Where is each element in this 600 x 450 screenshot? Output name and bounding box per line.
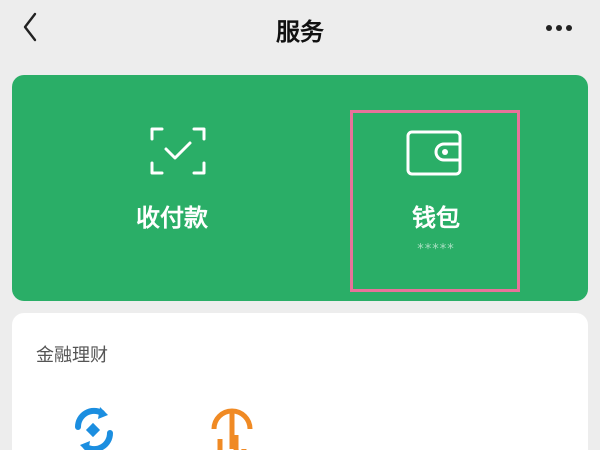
wallet-label: 钱包 — [412, 204, 460, 232]
pay-receive-label: 收付款 — [136, 204, 208, 232]
services-card: 收付款 钱包 ***** — [12, 75, 588, 301]
wealth-icon — [74, 407, 114, 450]
scan-check-icon — [150, 127, 206, 175]
finance-service-button[interactable] — [206, 405, 258, 450]
wealth-service-button[interactable] — [68, 405, 120, 450]
finance-card: 金融理财 — [12, 313, 588, 450]
services-page: 服务 收付款 钱包 ***** 金融理财 — [0, 0, 600, 450]
more-button[interactable] — [540, 16, 580, 40]
finance-section-title: 金融理财 — [36, 345, 108, 366]
more-dots-icon — [546, 25, 572, 31]
page-title: 服务 — [276, 18, 324, 46]
wallet-balance: ***** — [417, 242, 455, 257]
wallet-button[interactable]: 钱包 ***** — [352, 75, 520, 301]
pay-receive-button[interactable]: 收付款 — [22, 75, 322, 301]
umbrella-icon — [211, 408, 253, 450]
top-bar: 服务 — [0, 0, 600, 60]
wallet-icon — [406, 130, 462, 176]
